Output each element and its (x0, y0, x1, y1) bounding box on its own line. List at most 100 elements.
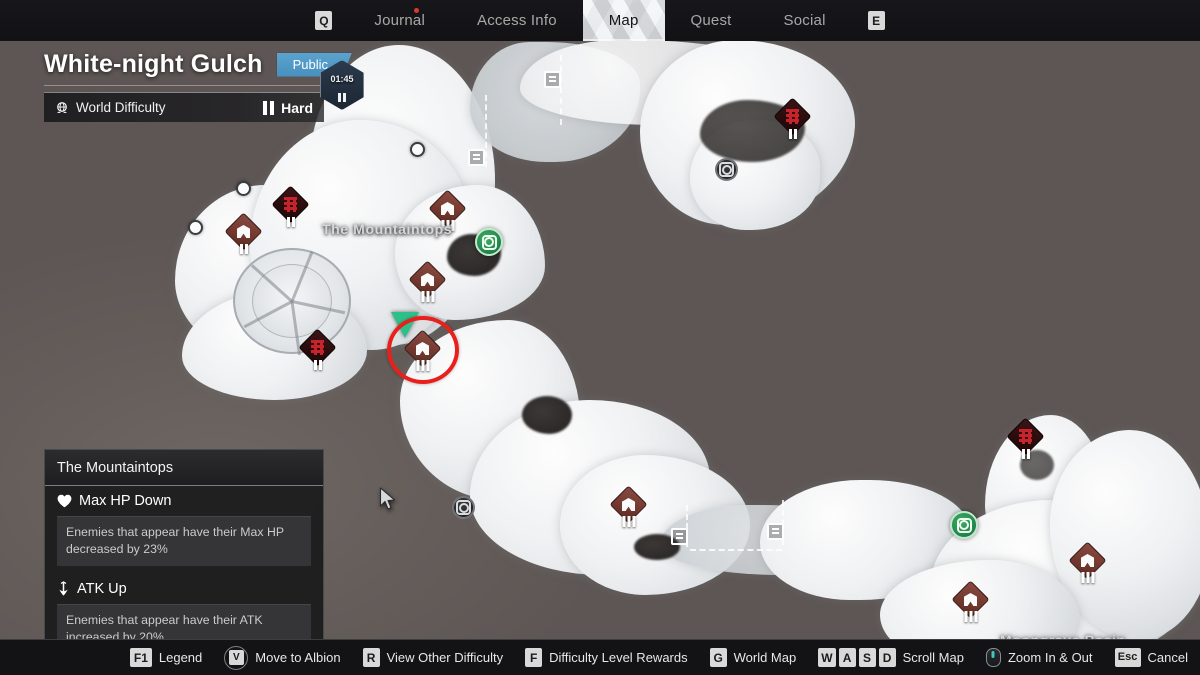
hint-keys: F (525, 648, 543, 667)
key-g: G (709, 648, 727, 667)
boss-skull-icon (785, 109, 800, 124)
timer-value: 01:45 (330, 74, 354, 84)
page-title: White-night Gulch (44, 50, 263, 78)
hint-keys: F1 (129, 648, 152, 667)
camp-marker[interactable] (224, 212, 263, 254)
marker-level-stripes (1081, 572, 1094, 583)
hint-label: View Other Difficulty (386, 650, 504, 665)
boss-skull-icon (283, 197, 298, 212)
tent-icon (421, 273, 434, 286)
tent-icon (622, 498, 635, 511)
gate-marker[interactable] (539, 66, 566, 93)
key-s: S (858, 648, 876, 667)
notification-dot (414, 8, 419, 13)
camp-marker[interactable] (408, 260, 447, 302)
heart-icon (57, 494, 72, 508)
key-r: R (362, 648, 380, 667)
key-v: V (224, 645, 249, 670)
boss-marker[interactable] (298, 328, 337, 370)
gate-marker[interactable] (762, 518, 789, 545)
boss-marker[interactable] (271, 185, 310, 227)
hint-cancel[interactable]: Esc Cancel (1114, 648, 1188, 667)
tab-journal[interactable]: Journal (348, 0, 451, 41)
hint-label: Zoom In & Out (1007, 650, 1093, 665)
key-f1: F1 (129, 648, 152, 667)
key-esc: Esc (1114, 648, 1141, 667)
nav-tab-group: Q Journal Access Info Map Quest Social E (299, 0, 900, 41)
boss-marker[interactable] (773, 97, 812, 139)
prev-tab-key[interactable]: Q (315, 11, 333, 30)
hint-keys: G (709, 648, 727, 667)
node-marker[interactable] (182, 214, 209, 241)
mouse-wheel-icon (985, 648, 1001, 667)
timer-level-bars (320, 93, 364, 102)
next-tab-key[interactable]: E (867, 11, 885, 30)
timer-badge: 01:45 (320, 60, 364, 110)
beacon-marker[interactable] (475, 228, 503, 256)
camp-marker[interactable] (1068, 541, 1107, 583)
node-icon (236, 181, 251, 196)
hint-move-to-albion[interactable]: V Move to Albion (224, 645, 341, 670)
boss-skull-icon (1018, 429, 1033, 444)
hint-legend[interactable]: F1 Legend (129, 648, 202, 667)
effect-description: Enemies that appear have their Max HP de… (57, 516, 311, 566)
beacon-icon-dark (452, 496, 475, 519)
boss-marker[interactable] (1006, 417, 1045, 459)
boss-skull-icon (310, 340, 325, 355)
hint-view-other-difficulty[interactable]: R View Other Difficulty (362, 648, 504, 667)
marker-level-stripes (239, 244, 248, 254)
hint-difficulty-level-rewards[interactable]: F Difficulty Level Rewards (525, 648, 688, 667)
node-marker[interactable] (230, 175, 257, 202)
shield-icon (320, 60, 364, 110)
gate-marker[interactable] (463, 144, 490, 171)
tent-icon (964, 593, 977, 606)
tab-map[interactable]: Map (583, 0, 665, 41)
hint-keys: V (224, 645, 249, 670)
hint-keys (985, 648, 1001, 667)
camp-marker[interactable] (428, 189, 467, 231)
node-icon (188, 220, 203, 235)
marker-level-stripes (622, 516, 635, 527)
map-region-label: The Mountaintops (322, 221, 453, 237)
hint-label: Difficulty Level Rewards (549, 650, 688, 665)
world-difficulty-bar[interactable]: World Difficulty Hard (44, 85, 324, 122)
tab-access-info[interactable]: Access Info (451, 0, 583, 41)
world-difficulty-label: World Difficulty (76, 100, 166, 115)
beacon-marker-dark[interactable] (713, 156, 740, 183)
globe-icon (55, 101, 69, 115)
marker-level-stripes (286, 217, 295, 227)
key-f: F (525, 648, 543, 667)
terrain-rock (522, 396, 572, 434)
marker-level-stripes (313, 360, 322, 370)
hint-scroll-map[interactable]: W A S D Scroll Map (818, 648, 964, 667)
hint-keys: R (362, 648, 380, 667)
mouse-cursor (379, 487, 397, 516)
effect-name: ATK Up (77, 580, 127, 597)
marker-level-stripes (788, 129, 797, 139)
map-screen: The MountaintopsMoongrave Basin Q Journa… (0, 0, 1200, 675)
node-icon (410, 142, 425, 157)
camp-marker[interactable] (609, 485, 648, 527)
effect-header: ATK Up (57, 581, 311, 597)
beacon-marker-dark[interactable] (450, 494, 477, 521)
hint-world-map[interactable]: G World Map (709, 648, 796, 667)
tab-social[interactable]: Social (758, 0, 852, 41)
node-marker[interactable] (404, 136, 431, 163)
hint-label: Move to Albion (255, 650, 341, 665)
hint-zoom-in-out[interactable]: Zoom In & Out (985, 648, 1093, 667)
panel-title: The Mountaintops (45, 450, 323, 486)
tab-quest[interactable]: Quest (665, 0, 758, 41)
marker-level-stripes (964, 611, 977, 622)
hint-keys: Esc (1114, 648, 1141, 667)
camp-marker[interactable] (951, 580, 990, 622)
gate-marker[interactable] (666, 523, 693, 550)
difficulty-level-bars (263, 100, 275, 115)
world-difficulty-value: Hard (281, 99, 313, 116)
gate-glyph-icon (468, 149, 485, 166)
marker-level-stripes (1021, 449, 1030, 459)
effect-header: Max HP Down (57, 493, 311, 509)
beacon-marker[interactable] (950, 511, 978, 539)
route-path (690, 549, 782, 551)
gate-glyph-icon (671, 528, 688, 545)
beacon-icon (950, 511, 978, 539)
